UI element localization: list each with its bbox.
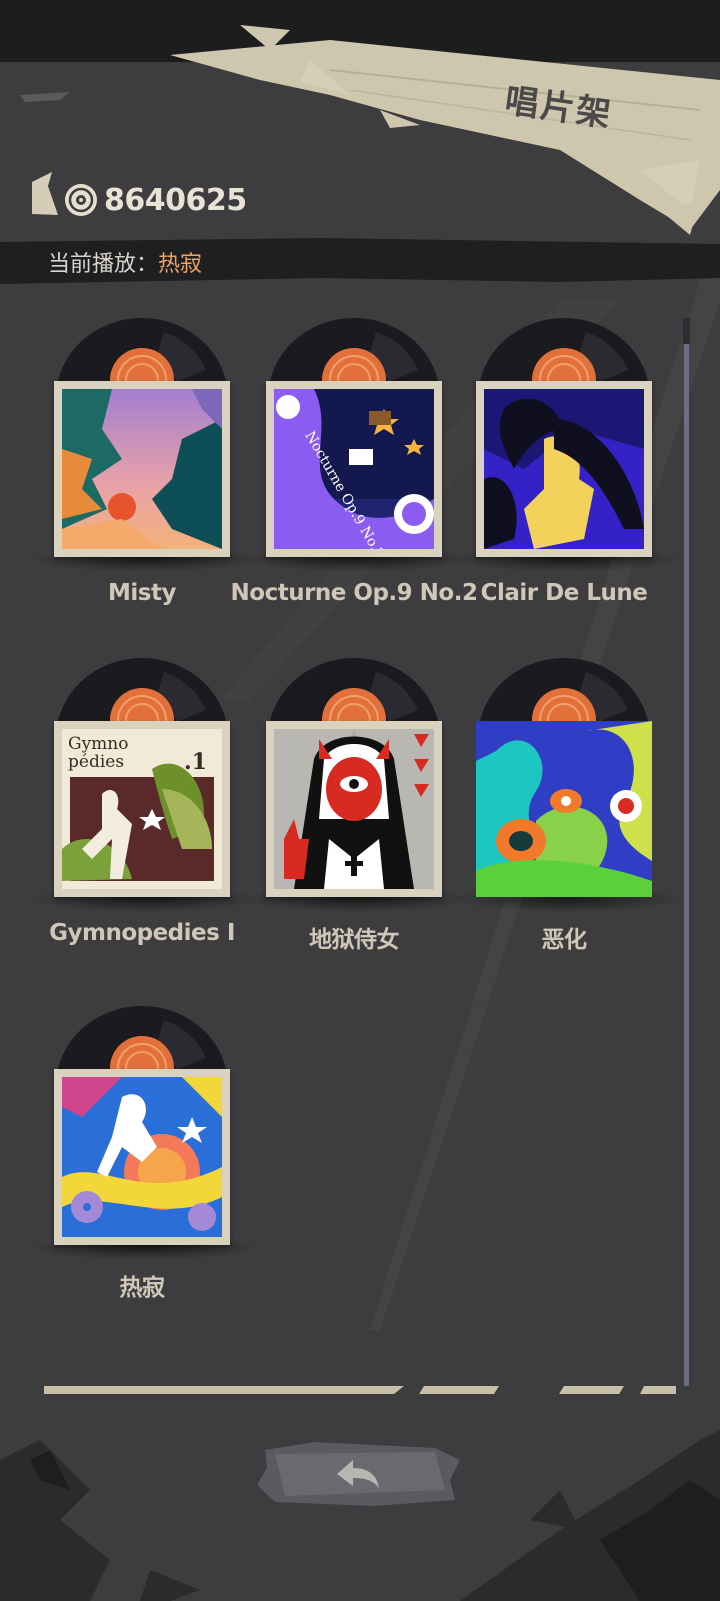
album-sleeve: [476, 721, 652, 897]
album-cover-hell-maid: [274, 729, 434, 889]
album-sleeve: [476, 381, 652, 557]
record-shelf: Misty Nocturne Op.9 No.2 Nocturne Op.9 N…: [30, 318, 682, 1388]
now-playing-track: 热寂: [158, 252, 203, 277]
currency-value: 8640625: [104, 182, 247, 218]
record-heat-death[interactable]: 热寂: [30, 1006, 260, 1336]
album-sleeve: Gymno pédies .1: [54, 721, 230, 897]
record-gymnopedies[interactable]: Gymno pédies .1 Gymnopedies I: [30, 658, 260, 988]
cover-title-text-2: pédies: [68, 752, 124, 772]
album-cover-misty: [62, 389, 222, 549]
record-title: Clair De Lune: [480, 580, 648, 606]
record-misty[interactable]: Misty: [30, 318, 260, 648]
record-nocturne[interactable]: Nocturne Op.9 No.2 Nocturne Op.9 No.2: [231, 318, 478, 648]
record-hell-maid[interactable]: 地狱侍女: [242, 658, 472, 988]
album-sleeve: [266, 721, 442, 897]
currency-display: 8640625: [28, 172, 247, 228]
album-sleeve: [54, 1069, 230, 1245]
album-cover-heat-death: [62, 1077, 222, 1237]
album-sleeve: [54, 381, 230, 557]
album-cover-clair-de-lune: [484, 389, 644, 549]
album-sleeve: Nocturne Op.9 No.2: [266, 381, 442, 557]
record-clair-de-lune[interactable]: Clair De Lune: [452, 318, 682, 648]
record-coin-icon: [65, 184, 97, 216]
now-playing-prefix: 当前播放：: [48, 252, 159, 277]
bottom-decoration: [0, 1430, 720, 1601]
shelf-edge: [44, 1386, 676, 1394]
record-deterioration[interactable]: 恶化: [452, 658, 682, 988]
now-playing-label: 当前播放：热寂: [48, 246, 202, 278]
shelf-scrollbar[interactable]: [684, 318, 689, 1386]
record-title: 恶化: [541, 927, 588, 953]
cover-title-text-1: Gymno: [68, 734, 129, 754]
album-cover-gymnopedies: Gymno pédies .1: [62, 729, 222, 889]
album-cover-deterioration: [476, 721, 652, 897]
cover-badge-text: .1: [184, 749, 207, 775]
album-cover-nocturne: Nocturne Op.9 No.2: [274, 389, 434, 549]
shelf-scrollbar-thumb[interactable]: [683, 318, 690, 344]
record-title: 热寂: [119, 1275, 166, 1301]
